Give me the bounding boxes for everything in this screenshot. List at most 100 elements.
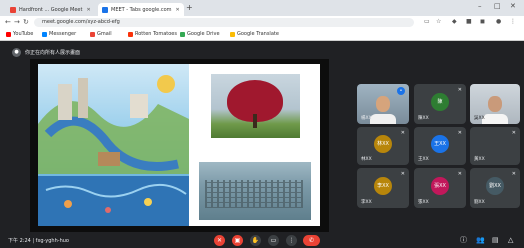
url-text: meet.google.com/xyz-abcd-efg (42, 19, 120, 25)
raise-hand-icon[interactable]: ✋ (250, 235, 261, 246)
bookmarks-bar: YouTube Messenger Gmail Rotten Tomatoes … (0, 29, 524, 41)
present-screen-icon[interactable]: ▭ (268, 235, 279, 246)
close-window-icon[interactable]: ✕ (510, 2, 516, 10)
participant-tile[interactable]: 劉XX ✕ 劉XX (470, 168, 520, 208)
participant-name: 林XX (361, 157, 372, 162)
tab-title: MEET - Tabs google.com (111, 6, 172, 13)
people-icon[interactable]: 👥 (476, 236, 485, 244)
mic-off-icon: ✕ (511, 171, 516, 177)
browser-tab-strip: Hardfront ... Google Meet ✕ MEET - Tabs … (0, 0, 524, 16)
info-icon[interactable]: ⓘ (460, 236, 467, 244)
close-tab-icon[interactable]: ✕ (176, 7, 180, 13)
tomato-icon (128, 31, 133, 37)
participant-tile[interactable]: 王XX ✕ 王XX (414, 127, 466, 165)
participant-tile[interactable]: 陳 ✕ 陳XX (414, 84, 466, 124)
participant-name: 張XX (418, 200, 429, 205)
camera-off-icon[interactable]: ▣ (232, 235, 243, 246)
address-bar-row: ← → ↻ meet.google.com/xyz-abcd-efg ▭ ☆ ◆… (0, 16, 524, 29)
bookmark-label: Messenger (49, 31, 77, 37)
tab-title: Hardfront ... Google Meet (19, 6, 83, 13)
meet-favicon-icon (102, 6, 108, 13)
reload-icon[interactable]: ↻ (23, 18, 29, 26)
presentation-stage (30, 59, 329, 232)
messenger-icon (42, 31, 47, 37)
participant-name: 黃XX (474, 157, 485, 162)
cast-icon[interactable]: ▭ (424, 18, 430, 26)
participant-face (376, 96, 390, 112)
participant-name: 劉XX (474, 200, 485, 205)
minimize-icon[interactable]: – (478, 2, 482, 10)
extension-icon[interactable]: ◆ (452, 18, 457, 26)
youtube-icon (6, 31, 11, 37)
mic-off-icon[interactable]: ✕ (214, 235, 225, 246)
participant-avatar: 陳 (431, 93, 449, 111)
participant-tile[interactable]: ✕ 黃XX (470, 127, 520, 165)
url-field[interactable]: meet.google.com/xyz-abcd-efg (34, 18, 414, 27)
mic-off-icon: ✕ (457, 171, 462, 177)
participant-tile[interactable]: 李XX ✕ 李XX (357, 168, 409, 208)
water-cycle-illustration (38, 64, 189, 226)
bookmark-star-icon[interactable]: ☆ (436, 18, 441, 26)
heart-tree-photo (211, 74, 300, 138)
meeting-controls-bar: 下午 2:24 | fxg-yghh-huo ✕ ▣ ✋ ▭ ⋮ ✆ ⓘ 👥 ▤… (0, 232, 524, 248)
bookmark-label: Google Translate (237, 31, 279, 37)
bookmark-label: Google Drive (187, 31, 220, 37)
bookmark-item[interactable]: Google Translate (230, 31, 279, 37)
translate-icon (230, 31, 235, 37)
participant-avatar: 劉XX (486, 177, 504, 195)
extension-icon[interactable]: ◼ (480, 18, 485, 26)
presenting-notice: ● 你正在向所有人展示畫面 (12, 47, 80, 58)
browser-tab-1[interactable]: Hardfront ... Google Meet ✕ (6, 3, 96, 16)
participant-tile[interactable]: 吳XX (470, 84, 520, 124)
illustration-svg (38, 75, 189, 226)
mic-off-icon: ✕ (400, 171, 405, 177)
bookmark-item[interactable]: Messenger (42, 31, 76, 37)
drive-icon (180, 31, 185, 37)
speaking-indicator-icon: • (397, 87, 405, 95)
bookmark-label: Rotten Tomatoes (135, 31, 177, 37)
bookmark-label: Gmail (97, 31, 112, 37)
participant-avatar: 王XX (431, 135, 449, 154)
shared-slide (38, 64, 320, 226)
presenter-avatar: ● (12, 48, 21, 57)
mic-off-icon: ✕ (457, 87, 462, 93)
meeting-time-code: 下午 2:24 | fxg-yghh-huo (8, 238, 69, 244)
pond-rafts (205, 180, 303, 208)
back-icon[interactable]: ← (5, 18, 11, 26)
bookmark-item[interactable]: Google Drive (180, 31, 220, 37)
browser-menu-icon[interactable]: ⋮ (510, 18, 516, 26)
participant-tile[interactable]: 張XX ✕ 張XX (414, 168, 466, 208)
new-tab-button[interactable]: + (186, 4, 193, 12)
bookmark-item[interactable]: Gmail (90, 31, 112, 37)
gmail-icon (90, 31, 95, 37)
participant-body (370, 114, 396, 124)
presenting-label: 你正在向所有人展示畫面 (25, 50, 81, 56)
close-tab-icon[interactable]: ✕ (86, 7, 90, 13)
participant-name: 王XX (418, 157, 429, 162)
mic-off-icon: ✕ (457, 130, 462, 136)
forward-icon[interactable]: → (14, 18, 20, 26)
tree-trunk (253, 114, 257, 128)
participant-tile[interactable]: 林XX ✕ 林XX (357, 127, 409, 165)
maximize-icon[interactable]: □ (494, 2, 501, 10)
mic-off-icon: ✕ (400, 130, 405, 136)
profile-avatar-icon[interactable]: ● (496, 18, 501, 26)
participant-face (488, 96, 502, 112)
activities-icon[interactable]: △ (508, 236, 513, 244)
browser-tab-2[interactable]: MEET - Tabs google.com ✕ (98, 3, 184, 16)
bookmark-item[interactable]: Rotten Tomatoes (128, 31, 177, 37)
leave-call-button[interactable]: ✆ (303, 235, 320, 246)
participant-name: 楊XX (361, 116, 372, 121)
participant-name: 吳XX (474, 116, 485, 121)
fish-pond-photo (199, 162, 311, 220)
participant-name: 李XX (361, 200, 372, 205)
participant-body (482, 114, 508, 124)
extension-icon[interactable]: ■ (466, 18, 472, 26)
participant-tile[interactable]: • 楊XX (357, 84, 409, 124)
bookmark-item[interactable]: YouTube (6, 31, 33, 37)
bookmark-label: YouTube (13, 31, 34, 37)
mic-off-icon: ✕ (511, 130, 516, 136)
chat-icon[interactable]: ▤ (492, 236, 499, 244)
participant-avatar: 林XX (374, 135, 392, 154)
more-options-icon[interactable]: ⋮ (286, 235, 297, 246)
